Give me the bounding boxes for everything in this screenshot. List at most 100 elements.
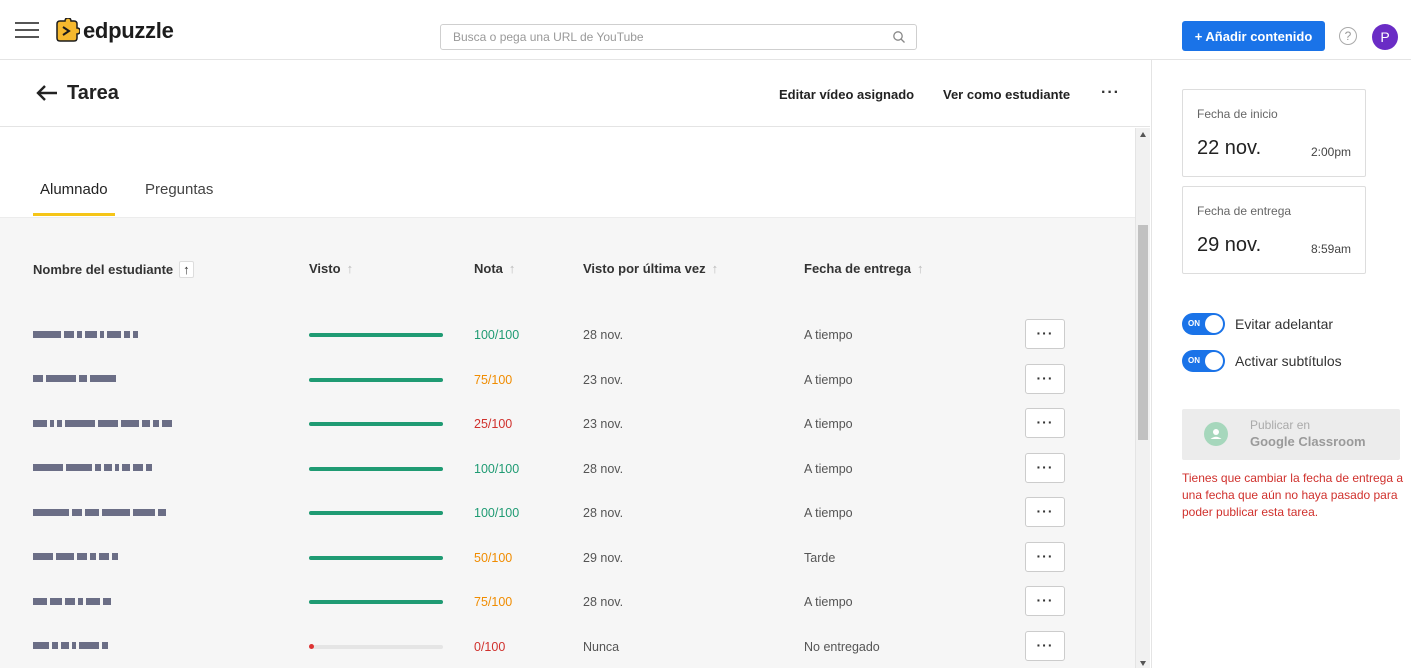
start-date-card[interactable]: Fecha de inicio 22 nov. 2:00pm xyxy=(1182,89,1366,177)
subtitles-label: Activar subtítulos xyxy=(1235,353,1342,369)
progress-fill xyxy=(309,377,443,382)
watch-progress-bar xyxy=(309,643,443,649)
sort-arrow-icon[interactable]: ↑ xyxy=(917,261,924,276)
student-name-redacted[interactable] xyxy=(33,418,172,428)
scrollbar[interactable] xyxy=(1135,128,1150,668)
active-tab-indicator xyxy=(33,213,115,216)
edpuzzle-logo[interactable]: edpuzzle xyxy=(54,18,174,44)
page-header: Tarea Editar vídeo asignado Ver como est… xyxy=(0,60,1150,127)
puzzle-logo-icon xyxy=(56,18,80,42)
last-seen-value: Nunca xyxy=(583,639,620,654)
column-header-last-seen[interactable]: Visto por última vez ↑ xyxy=(583,261,718,276)
start-date-day: 22 nov. xyxy=(1197,137,1262,159)
table-row: 50/100 29 nov. Tarde ··· xyxy=(0,538,1135,582)
help-icon[interactable]: ? xyxy=(1339,27,1357,45)
table-row: 75/100 28 nov. A tiempo ··· xyxy=(0,582,1135,626)
add-content-button[interactable]: + Añadir contenido xyxy=(1182,21,1325,51)
column-header-name[interactable]: Nombre del estudiante ↑ xyxy=(33,261,194,278)
view-as-student-link[interactable]: Ver como estudiante xyxy=(943,87,1070,102)
last-seen-value: 23 nov. xyxy=(583,372,624,387)
more-options-icon[interactable]: ··· xyxy=(1101,84,1120,102)
row-more-button[interactable]: ··· xyxy=(1025,497,1065,527)
subtitles-toggle[interactable]: ON xyxy=(1182,350,1225,372)
progress-fill xyxy=(309,511,443,515)
progress-fill xyxy=(309,466,443,471)
column-header-label: Nombre del estudiante xyxy=(33,262,174,277)
grade-value: 100/100 xyxy=(474,328,520,342)
start-date-time: 2:00pm xyxy=(1310,145,1351,159)
sort-arrow-icon[interactable]: ↑ xyxy=(712,261,719,276)
row-more-button[interactable]: ··· xyxy=(1025,319,1065,349)
watch-progress-bar xyxy=(309,466,443,471)
column-header-label: Visto por última vez xyxy=(583,261,706,276)
edit-assigned-video-link[interactable]: Editar vídeo asignado xyxy=(779,87,914,102)
row-more-button[interactable]: ··· xyxy=(1025,452,1065,483)
column-header-delivery[interactable]: Fecha de entrega ↑ xyxy=(804,261,923,276)
last-seen-value: 23 nov. xyxy=(583,417,624,431)
row-more-button[interactable]: ··· xyxy=(1025,586,1065,616)
student-name-redacted[interactable] xyxy=(33,329,138,339)
due-date-card[interactable]: Fecha de entrega 29 nov. 8:59am xyxy=(1182,186,1366,274)
tab-questions[interactable]: Preguntas xyxy=(145,181,213,198)
column-header-viewed[interactable]: Visto ↑ xyxy=(309,261,353,276)
watch-progress-bar xyxy=(309,422,443,426)
student-name-redacted[interactable] xyxy=(33,507,166,517)
scroll-thumb[interactable] xyxy=(1138,225,1148,440)
due-date-label: Fecha de entrega xyxy=(1197,204,1292,218)
sort-arrow-icon[interactable]: ↑ xyxy=(179,261,194,278)
table-row: 100/100 28 nov. A tiempo ··· xyxy=(0,493,1135,537)
last-seen-value: 28 nov. xyxy=(583,506,624,520)
progress-fill xyxy=(309,600,443,604)
progress-fill xyxy=(309,555,443,560)
publish-google-classroom-button[interactable]: Publicar en Google Classroom xyxy=(1182,409,1400,460)
row-more-button[interactable]: ··· xyxy=(1025,541,1065,572)
delivery-status: A tiempo xyxy=(804,417,853,431)
subtitles-toggle-row: ON Activar subtítulos xyxy=(1182,350,1342,372)
student-name-redacted[interactable] xyxy=(33,641,108,651)
due-date-time: 8:59am xyxy=(1310,242,1351,256)
publish-warning-message: Tienes que cambiar la fecha de entrega a… xyxy=(1182,471,1404,519)
sort-arrow-icon[interactable]: ↑ xyxy=(347,261,354,276)
table-row: 75/100 23 nov. A tiempo ··· xyxy=(0,360,1135,404)
top-bar: edpuzzle + Añadir contenido ? P xyxy=(0,0,1411,60)
toggle-knob xyxy=(1205,315,1223,333)
start-date-label: Fecha de inicio xyxy=(1197,107,1278,121)
toggle-state: ON xyxy=(1188,356,1200,365)
delivery-status: No entregado xyxy=(804,639,880,654)
scroll-down-icon[interactable] xyxy=(1140,661,1146,666)
toggle-knob xyxy=(1205,352,1223,370)
scroll-up-icon[interactable] xyxy=(1140,132,1146,137)
student-name-redacted[interactable] xyxy=(33,552,118,562)
last-seen-value: 29 nov. xyxy=(583,550,624,565)
row-more-button[interactable]: ··· xyxy=(1025,408,1065,438)
students-table: Nombre del estudiante ↑ Visto ↑ Nota ↑ V… xyxy=(0,218,1135,668)
classroom-label: Google Classroom xyxy=(1250,434,1366,449)
page-title: Tarea xyxy=(67,82,119,104)
watch-progress-bar xyxy=(309,600,443,604)
prevent-skipping-toggle[interactable]: ON xyxy=(1182,313,1225,335)
menu-icon[interactable] xyxy=(15,22,39,40)
sort-arrow-icon[interactable]: ↑ xyxy=(509,261,516,276)
grade-value: 25/100 xyxy=(474,417,513,431)
student-name-redacted[interactable] xyxy=(33,596,111,606)
last-seen-value: 28 nov. xyxy=(583,595,624,609)
search-box[interactable] xyxy=(440,24,917,50)
search-input[interactable] xyxy=(441,25,881,49)
search-icon[interactable] xyxy=(892,30,906,44)
watch-progress-bar xyxy=(309,333,443,337)
column-header-grade[interactable]: Nota ↑ xyxy=(474,261,515,276)
progress-fill xyxy=(309,333,443,337)
delivery-status: A tiempo xyxy=(804,372,853,387)
back-arrow-icon[interactable] xyxy=(36,84,58,102)
student-name-redacted[interactable] xyxy=(33,463,152,473)
grade-value: 0/100 xyxy=(474,639,506,654)
table-row: 0/100 Nunca No entregado ··· xyxy=(0,627,1135,668)
row-more-button[interactable]: ··· xyxy=(1025,363,1065,394)
tab-bar: Alumnado Preguntas xyxy=(0,128,1135,218)
avatar[interactable]: P xyxy=(1372,24,1398,50)
row-more-button[interactable]: ··· xyxy=(1025,630,1065,661)
student-name-redacted[interactable] xyxy=(33,374,116,384)
tab-students[interactable]: Alumnado xyxy=(40,181,108,198)
column-header-label: Visto xyxy=(309,261,341,276)
publish-label: Publicar en xyxy=(1250,418,1311,432)
